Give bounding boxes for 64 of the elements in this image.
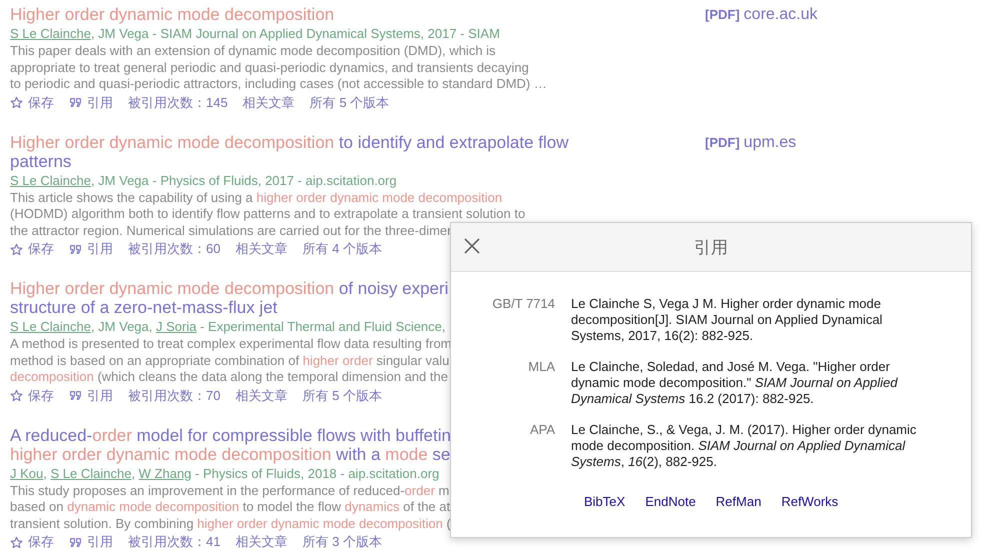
star-icon — [10, 536, 23, 548]
cite-link[interactable]: 引用 — [69, 386, 113, 404]
snippet-line: to periodic and quasi-periodic attractors, including cases (not accessible to standard DMD) … — [10, 76, 547, 92]
action-link[interactable]: 被引用次数：70 — [128, 386, 220, 404]
snippet-line: decomposition (which cleans the data along the temporal dimension and the — [10, 369, 448, 386]
result-title[interactable]: patterns — [10, 152, 72, 170]
action-link[interactable]: 所有 5 个版本 — [310, 94, 390, 112]
snippet-line: the attractor region. Numerical simulations are carried out for the three-dimer — [10, 222, 452, 239]
result-title[interactable]: structure of a zero-net-mass-flux jet — [10, 298, 278, 317]
quote-icon — [69, 242, 82, 256]
pdf-link[interactable]: [PDF] upm.es — [705, 132, 965, 152]
pdf-link[interactable]: [PDF] core.ac.uk — [705, 5, 965, 24]
save-link[interactable]: 保存 — [10, 240, 54, 258]
close-icon[interactable] — [463, 237, 481, 255]
snippet-line: based on dynamic mode decomposition to model the flow dynamics of the at — [10, 499, 450, 516]
action-link[interactable]: 被引用次数：145 — [128, 94, 228, 112]
result-title[interactable]: Higher order dynamic mode decomposition — [10, 5, 334, 24]
action-link[interactable]: 被引用次数：60 — [128, 240, 220, 258]
cite-link[interactable]: 引用 — [69, 94, 113, 112]
action-link[interactable]: 相关文章 — [235, 240, 288, 258]
quote-icon — [69, 389, 82, 402]
snippet-line: A method is presented to treat complex experimental flow data resulting from — [10, 336, 452, 352]
star-icon — [10, 242, 23, 256]
snippet-line: (HODMD) algorithm both to identify flow patterns and to extrapolate a transient solution to — [10, 206, 526, 222]
action-link[interactable]: 所有 3 个版本 — [302, 533, 382, 550]
action-link[interactable]: 相关文章 — [235, 386, 288, 404]
citation-text: Le Clainche, Soledad, and José M. Vega. "Higher order dynamic mode decomposition." SIAM Journal on Applied Dynamical Systems 16.2 (2017): 882-925. — [571, 359, 899, 407]
snippet-line: method is based on an appropriate combination of higher order singular valu — [10, 352, 450, 369]
author-line: J Kou, S Le Clainche, W Zhang - Physics of Fluids, 2018 - aip.scitation.org — [10, 464, 440, 482]
author-line: S Le Clainche, JM Vega - Physics of Fluids, 2017 - aip.scitation.org — [10, 172, 397, 190]
cite-link[interactable]: 引用 — [69, 240, 113, 258]
quote-icon — [69, 536, 82, 548]
result-title[interactable]: Higher order dynamic mode decomposition of noisy experi — [10, 279, 448, 298]
star-icon — [10, 96, 23, 109]
action-link[interactable]: 被引用次数：41 — [128, 533, 220, 550]
action-link[interactable]: 所有 5 个版本 — [302, 386, 382, 404]
snippet-line: appropriate to treat general periodic and quasi-periodic dynamics, and transients decaying — [10, 60, 529, 76]
snippet-line: This paper deals with an extension of dynamic mode decomposition (DMD), which is — [10, 43, 496, 60]
save-link[interactable]: 保存 — [10, 533, 54, 550]
quote-icon — [69, 96, 82, 109]
star-icon — [10, 389, 23, 402]
citation-text: Le Clainche, S., & Vega, J. M. (2017). Higher order dynamic mode decomposition. SIAM Journal on Applied Dynamical Systems, 16(2), 882-925. — [571, 422, 918, 470]
result-title[interactable]: higher order dynamic mode decomposition with a mode se — [10, 444, 450, 464]
citation-text: Le Clainche S, Vega J M. Higher order dynamic mode decomposition[J]. SIAM Journal on Applied Dynamical Systems, 2017, 16(2): 882-925. — [571, 296, 884, 344]
export-link[interactable]: EndNote — [645, 494, 696, 509]
result-title[interactable]: Higher order dynamic mode decomposition to identify and extrapolate flow — [10, 132, 568, 152]
citation-style: APA — [528, 422, 555, 439]
citation-style: GB/T 7714 — [491, 296, 555, 313]
author-line: S Le Clainche, JM Vega - SIAM Journal on Applied Dynamical Systems, 2017 - SIAM — [10, 25, 500, 43]
export-link[interactable]: RefWorks — [781, 494, 838, 509]
export-link[interactable]: BibTeX — [584, 494, 626, 509]
citation-style: MLA — [527, 359, 555, 376]
export-link[interactable]: RefMan — [716, 494, 762, 509]
result-title[interactable]: A reduced-order model for compressible flows with buffetin — [10, 426, 451, 444]
snippet-line: This study proposes an improvement in the performance of reduced-order m — [10, 482, 450, 499]
snippet-line: This article shows the capability of using a higher order dynamic mode decomposition — [10, 190, 502, 206]
dialog-title: 引用 — [694, 236, 728, 258]
action-link[interactable]: 相关文章 — [242, 94, 295, 112]
action-link[interactable]: 相关文章 — [235, 533, 288, 550]
author-line: S Le Clainche, JM Vega, J Soria - Experimental Thermal and Fluid Science, — [10, 318, 446, 336]
save-link[interactable]: 保存 — [10, 386, 54, 404]
cite-link[interactable]: 引用 — [69, 533, 113, 550]
save-link[interactable]: 保存 — [10, 94, 54, 112]
action-link[interactable]: 所有 4 个版本 — [302, 240, 382, 258]
